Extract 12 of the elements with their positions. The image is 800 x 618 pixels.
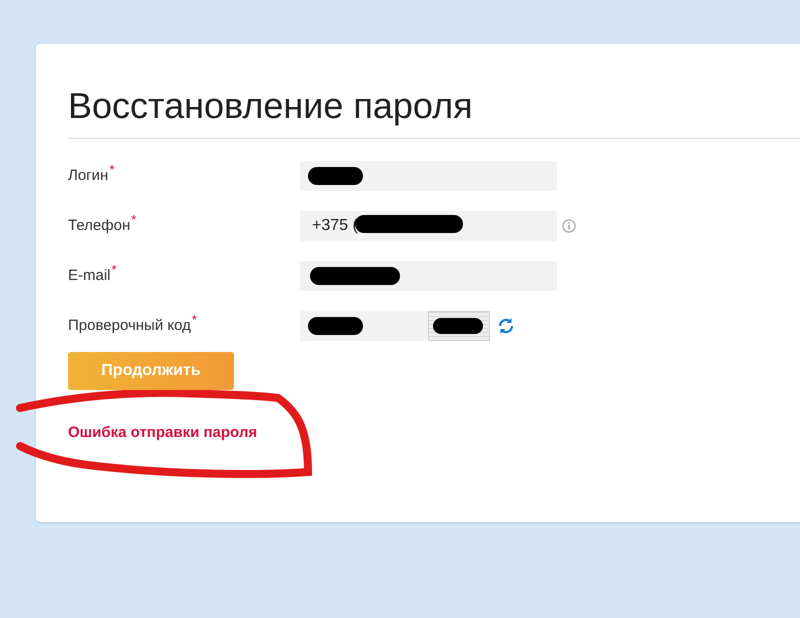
refresh-icon[interactable] (496, 316, 516, 336)
redaction-mark (433, 318, 483, 334)
field-label: Логин (68, 166, 108, 186)
required-asterisk: * (109, 162, 114, 176)
field-label: Проверочный код (68, 316, 191, 336)
field-label: E-mail (68, 266, 111, 286)
required-asterisk: * (131, 212, 136, 226)
page-title: Восстановление пароля (68, 84, 473, 128)
required-asterisk: * (192, 312, 197, 326)
error-message: Ошибка отправки пароля (68, 424, 258, 441)
required-asterisk: * (112, 262, 117, 276)
field-label: Телефон (68, 216, 130, 236)
